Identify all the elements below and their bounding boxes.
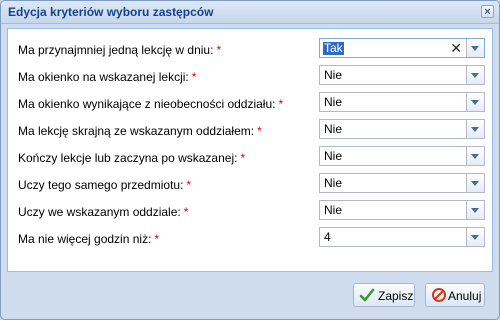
field-row: Uczy tego samego przedmiotu: * Nie — [8, 173, 492, 197]
chevron-down-icon[interactable] — [466, 66, 484, 84]
field-row: Kończy lekcje lub zaczyna po wskazanej: *… — [8, 146, 492, 170]
required-mark: * — [240, 151, 246, 165]
required-mark: * — [257, 124, 262, 138]
combo-value: Nie — [324, 95, 343, 109]
field-label: Uczy we wskazanym oddziale: * — [18, 205, 189, 219]
field-row: Uczy we wskazanym oddziale: * Nie — [8, 200, 492, 224]
field-label: Kończy lekcje lub zaczyna po wskazanej: * — [18, 151, 246, 165]
combo-free-period-at-lesson[interactable]: Nie — [319, 65, 485, 85]
combo-edge-lesson-with-class[interactable]: Nie — [319, 119, 485, 139]
save-label: Zapisz — [378, 289, 414, 303]
field-row: Ma okienko na wskazanej lekcji: * Nie — [8, 65, 492, 89]
required-mark: * — [154, 232, 160, 246]
combo-at-least-one-lesson[interactable]: Tak ✕ — [319, 38, 485, 58]
dialog-titlebar[interactable]: Edycja kryteriów wyboru zastępców × — [1, 1, 499, 24]
required-mark: * — [191, 70, 197, 84]
field-label: Ma przynajmniej jedną lekcję w dniu: * — [18, 43, 222, 57]
field-label: Ma nie więcej godzin niż: * — [18, 232, 160, 246]
field-row: Ma okienko wynikające z nieobecności odd… — [8, 92, 492, 116]
combo-value: Tak — [323, 41, 344, 55]
combo-value: Nie — [324, 203, 343, 217]
field-label: Ma lekcję skrajną ze wskazanym oddziałem… — [18, 124, 262, 138]
save-button[interactable]: Zapisz — [353, 283, 415, 307]
combo-max-hours[interactable]: 4 — [319, 227, 485, 247]
form-panel: Ma przynajmniej jedną lekcję w dniu: * Ta… — [7, 28, 493, 272]
dialog-footer: Zapisz Anuluj — [1, 276, 499, 319]
check-icon — [359, 288, 375, 302]
field-label: Ma okienko na wskazanej lekcji: * — [18, 70, 197, 84]
dialog-window: Edycja kryteriów wyboru zastępców × Ma p… — [0, 0, 500, 320]
required-mark: * — [216, 43, 222, 57]
cancel-label: Anuluj — [448, 289, 482, 303]
field-row: Ma nie więcej godzin niż: * 4 — [8, 227, 492, 251]
combo-value: Nie — [324, 149, 343, 163]
field-label: Uczy tego samego przedmiotu: * — [18, 178, 192, 192]
combo-value: Nie — [324, 176, 343, 190]
combo-value: 4 — [324, 230, 331, 244]
field-label: Ma okienko wynikające z nieobecności odd… — [18, 97, 284, 111]
close-icon[interactable]: × — [481, 5, 494, 18]
combo-free-period-class-absence[interactable]: Nie — [319, 92, 485, 112]
chevron-down-icon[interactable] — [466, 120, 484, 138]
combo-value: Nie — [324, 68, 343, 82]
required-mark: * — [183, 205, 189, 219]
chevron-down-icon[interactable] — [466, 228, 484, 246]
required-mark: * — [186, 178, 192, 192]
chevron-down-icon[interactable] — [466, 147, 484, 165]
combo-same-subject[interactable]: Nie — [319, 173, 485, 193]
cancel-icon — [432, 288, 446, 302]
chevron-down-icon[interactable] — [466, 201, 484, 219]
cancel-button[interactable]: Anuluj — [425, 283, 485, 307]
chevron-down-icon[interactable] — [466, 39, 484, 57]
combo-value: Nie — [324, 122, 343, 136]
field-row: Ma lekcję skrajną ze wskazanym oddziałem… — [8, 119, 492, 143]
combo-teaches-in-class[interactable]: Nie — [319, 200, 485, 220]
dialog-title: Edycja kryteriów wyboru zastępców — [8, 5, 214, 19]
required-mark: * — [278, 97, 284, 111]
combo-ends-or-starts-after[interactable]: Nie — [319, 146, 485, 166]
clear-icon[interactable]: ✕ — [450, 40, 462, 56]
chevron-down-icon[interactable] — [466, 174, 484, 192]
chevron-down-icon[interactable] — [466, 93, 484, 111]
field-row: Ma przynajmniej jedną lekcję w dniu: * Ta… — [8, 38, 492, 62]
